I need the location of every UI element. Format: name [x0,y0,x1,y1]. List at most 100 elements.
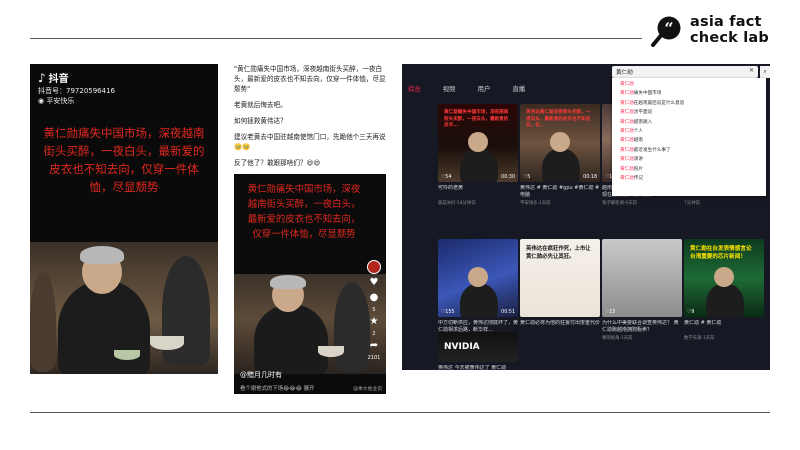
post-paragraph: 如何拯救黄伟达？ [234,117,287,125]
embedded-video[interactable]: 黄仁勋痛失中国市场，深夜越南街头买醉，一夜白头，最新爱的皮衣也不知去向，仅穿一件… [234,174,386,394]
svg-text:“: “ [664,19,673,38]
search-suggestion-item[interactable]: 黄仁勋越南跳入 [612,118,766,127]
search-suggestion-item[interactable]: 黄仁勋个人 [612,127,766,136]
video-card[interactable]: 英伟达黄仁勋深夜街头买醉，一夜白头，最新爱的皮衣也不知去向，仅... ♡5 00:1… [520,104,600,206]
like-count: ♡15 [605,310,616,315]
video-card[interactable]: ♡15500:51中方切断供应，黄伟达彻底坏了，黄仁勋相求后路，断华祥...盛宴… [438,239,518,341]
thumbnail-caption: 英伟达在疯狂作死，上市让黄仁勋必先让其狂。 [526,246,591,260]
video-thumbnail[interactable]: 黄仁勋痛失中国市场，深夜越南街头买醉，一夜白头，最新爱的皮衣... ♡54 00:3… [438,104,518,182]
suggestion-text: 痛失中国市场 [633,91,662,97]
heart-icon[interactable]: ♥ [368,277,380,289]
video-meta: 数学先锋·1天前 [684,336,715,341]
suggestion-text: 个人 [633,128,643,134]
result-tabs: 综合 视频 用户 直播 [408,84,525,93]
logo-line-1: asia fact [690,14,762,30]
video-duration: 00:30 [501,175,515,180]
video-thumbnail[interactable]: 英伟达在疯狂作死，上市让黄仁勋必先让其狂。 [520,239,600,317]
video-meta: 黎明视角·1天前 [602,336,633,341]
search-suggestion-item[interactable]: 黄仁勋照片 [612,165,766,174]
avatar[interactable] [367,260,381,274]
search-suggestion-item[interactable]: 黄仁勋越南 [612,136,766,145]
suggestion-text: 最近发生什么事了 [633,147,671,153]
video-card[interactable]: 英伟达在疯狂作死，上市让黄仁勋必先让其狂。 黄仁勋必将为他的狂妄付出惨重代价 [520,239,600,334]
person-figure [254,304,328,374]
suggestion-text: 越南 [633,138,643,144]
search-suggestions: 黄仁勋 黄仁勋痛失中国市场 黄仁勋在越南最后说是什么意思 黄仁勋涉平面说 黄仁勋越南跳入… [612,78,766,196]
music-note-icon: ♪ [38,70,46,85]
like-count: ♡54 [441,175,452,180]
suggestion-text: 越南跳入 [633,119,653,125]
video-card[interactable]: ♡15 为什么中美要联合调查英伟达？ 黄仁勋跑越南拥狗贩卖？ 黎明视角·1天前 [602,239,682,341]
bystander [30,272,56,372]
video-thumbnail[interactable]: ♡15 [602,239,682,317]
person-figure [542,148,580,182]
suggestion-highlight: 黄仁勋 [620,175,634,181]
video-action-bar: ♥ ● 5 ★ 2 ➦ 2101 [366,260,382,361]
suggestion-text: 传记 [633,175,643,181]
app-name: 抖音 [48,74,69,85]
share-icon[interactable]: ➦ [368,340,380,352]
video-title[interactable]: 黄伟达 # 黄仁勋 #gpu #黄仁勋 # 电脑 [520,185,600,199]
search-input[interactable]: 黄仁勋 ✕ [612,66,758,78]
logo-wordmark: asia fact check lab [690,14,769,46]
video-card[interactable]: NVIDIA 英伟达 今天被黄伟达了 黄仁勋 [438,332,518,370]
search-suggestion-item[interactable]: 黄仁勋涉平面说 [612,108,766,117]
account-id: 抖音号：79720596416 [38,87,115,95]
comment-count: 5 [372,307,376,313]
video-card[interactable]: 黄仁勋在台发表情感言论 台湾重要的芯片新闻！ ♡9 黄仁勋 # 黄仁勋数学先锋·1天… [684,239,764,341]
suggestion-highlight: 黄仁勋 [620,166,634,172]
tab-videos[interactable]: 视频 [443,84,456,93]
search-suggestion-item[interactable]: 黄仁勋演讲 [612,155,766,164]
thumbnail-caption: 英伟达黄仁勋深夜街头买醉，一夜白头，最新爱的皮衣也不知去向，仅... [526,110,591,129]
video-frame [234,274,386,374]
location: ◉ 平安快乐 [38,97,75,105]
douyin-search-results: 综合 视频 用户 直播 黄仁勋痛失中国市场，深夜越南街头买醉，一夜白头，最新爱的… [402,64,770,370]
video-duration: 00:51 [501,310,515,315]
share-count: 2101 [367,355,381,361]
suggestion-text: 演讲 [633,157,643,163]
video-description: 看个谢他式的下场😂😂😂 展开 [240,386,315,392]
video-thumbnail[interactable]: NVIDIA [438,332,518,362]
video-thumbnail[interactable]: 黄仁勋在台发表情感言论 台湾重要的芯片新闻！ ♡9 [684,239,764,317]
suggestion-highlight: 黄仁勋 [620,147,634,153]
suggestion-highlight: 黄仁勋 [620,91,634,97]
tab-live[interactable]: 直播 [512,84,525,93]
video-thumbnail[interactable]: 英伟达黄仁勋深夜街头买醉，一夜白头，最新爱的皮衣也不知去向，仅... ♡5 00:1… [520,104,600,182]
video-card[interactable]: 黄仁勋痛失中国市场，深夜越南街头买醉，一夜白头，最新爱的皮衣... ♡54 00:3… [438,104,518,206]
person-figure [58,280,150,374]
person-figure [460,148,498,182]
comment-icon[interactable]: ● [368,292,380,304]
star-icon[interactable]: ★ [368,316,380,328]
video-title[interactable]: 英伟达 今天被黄伟达了 黄仁勋 [438,365,518,370]
video-thumbnail[interactable]: ♡155 00:51 [438,239,518,317]
like-count: ♡5 [523,175,531,180]
person-hair [80,246,124,264]
post-paragraph: 反了他了？敢跟那啥们？😄😄 [234,159,321,167]
search-suggestion-item[interactable]: 黄仁勋传记 [612,174,766,183]
clear-icon[interactable]: ✕ [749,67,754,74]
like-count: ♡9 [687,310,695,315]
search-suggestion-item[interactable]: 黄仁勋最近发生什么事了 [612,146,766,155]
thumbnail-caption: 黄仁勋在台发表情感言论 台湾重要的芯片新闻！ [690,246,752,260]
tab-users[interactable]: 用户 [478,84,491,93]
magnifier-quote-icon: “ [651,16,681,47]
search-suggestion-item[interactable]: 黄仁勋痛失中国市场 [612,89,766,98]
search-icon[interactable]: ⌕ [760,66,770,78]
weibo-post-screenshot: "黄仁勋痛失中国市场，深夜越南街头买醉，一夜白头，最新爱的皮衣也不知去向，仅穿一… [232,64,388,396]
person-hair [270,275,306,289]
thumbnail-caption: 黄仁勋痛失中国市场，深夜越南街头买醉，一夜白头，最新爱的皮衣... [444,110,509,129]
video-author[interactable]: @黯月几时有 [240,370,282,380]
person-head [468,132,488,152]
suggestion-highlight: 黄仁勋 [620,110,634,116]
search-suggestion-item[interactable]: 黄仁勋在越南最后说是什么意思 [612,99,766,108]
video-title[interactable]: 黄仁勋必将为他的狂妄付出惨重代价 [520,320,600,334]
bowl [150,336,184,350]
tab-all[interactable]: 综合 [408,84,421,93]
douyin-video-screenshot: ♪ 抖音 抖音号：79720596416 ◉ 平安快乐 黄仁勋痛失中国市场，深夜… [30,64,218,374]
post-paragraph: 老黄就后悔去吧。 [234,101,287,109]
person-head [714,267,734,287]
video-title[interactable]: 为什么中美要联合调查英伟达？ 黄仁勋跑越南拥狗贩卖？ [602,320,682,334]
video-title[interactable]: 黄仁勋 # 黄仁勋 [684,320,764,334]
video-title[interactable]: 可怜的老黄 [438,185,518,199]
search-suggestion-item[interactable]: 黄仁勋 [612,80,766,89]
